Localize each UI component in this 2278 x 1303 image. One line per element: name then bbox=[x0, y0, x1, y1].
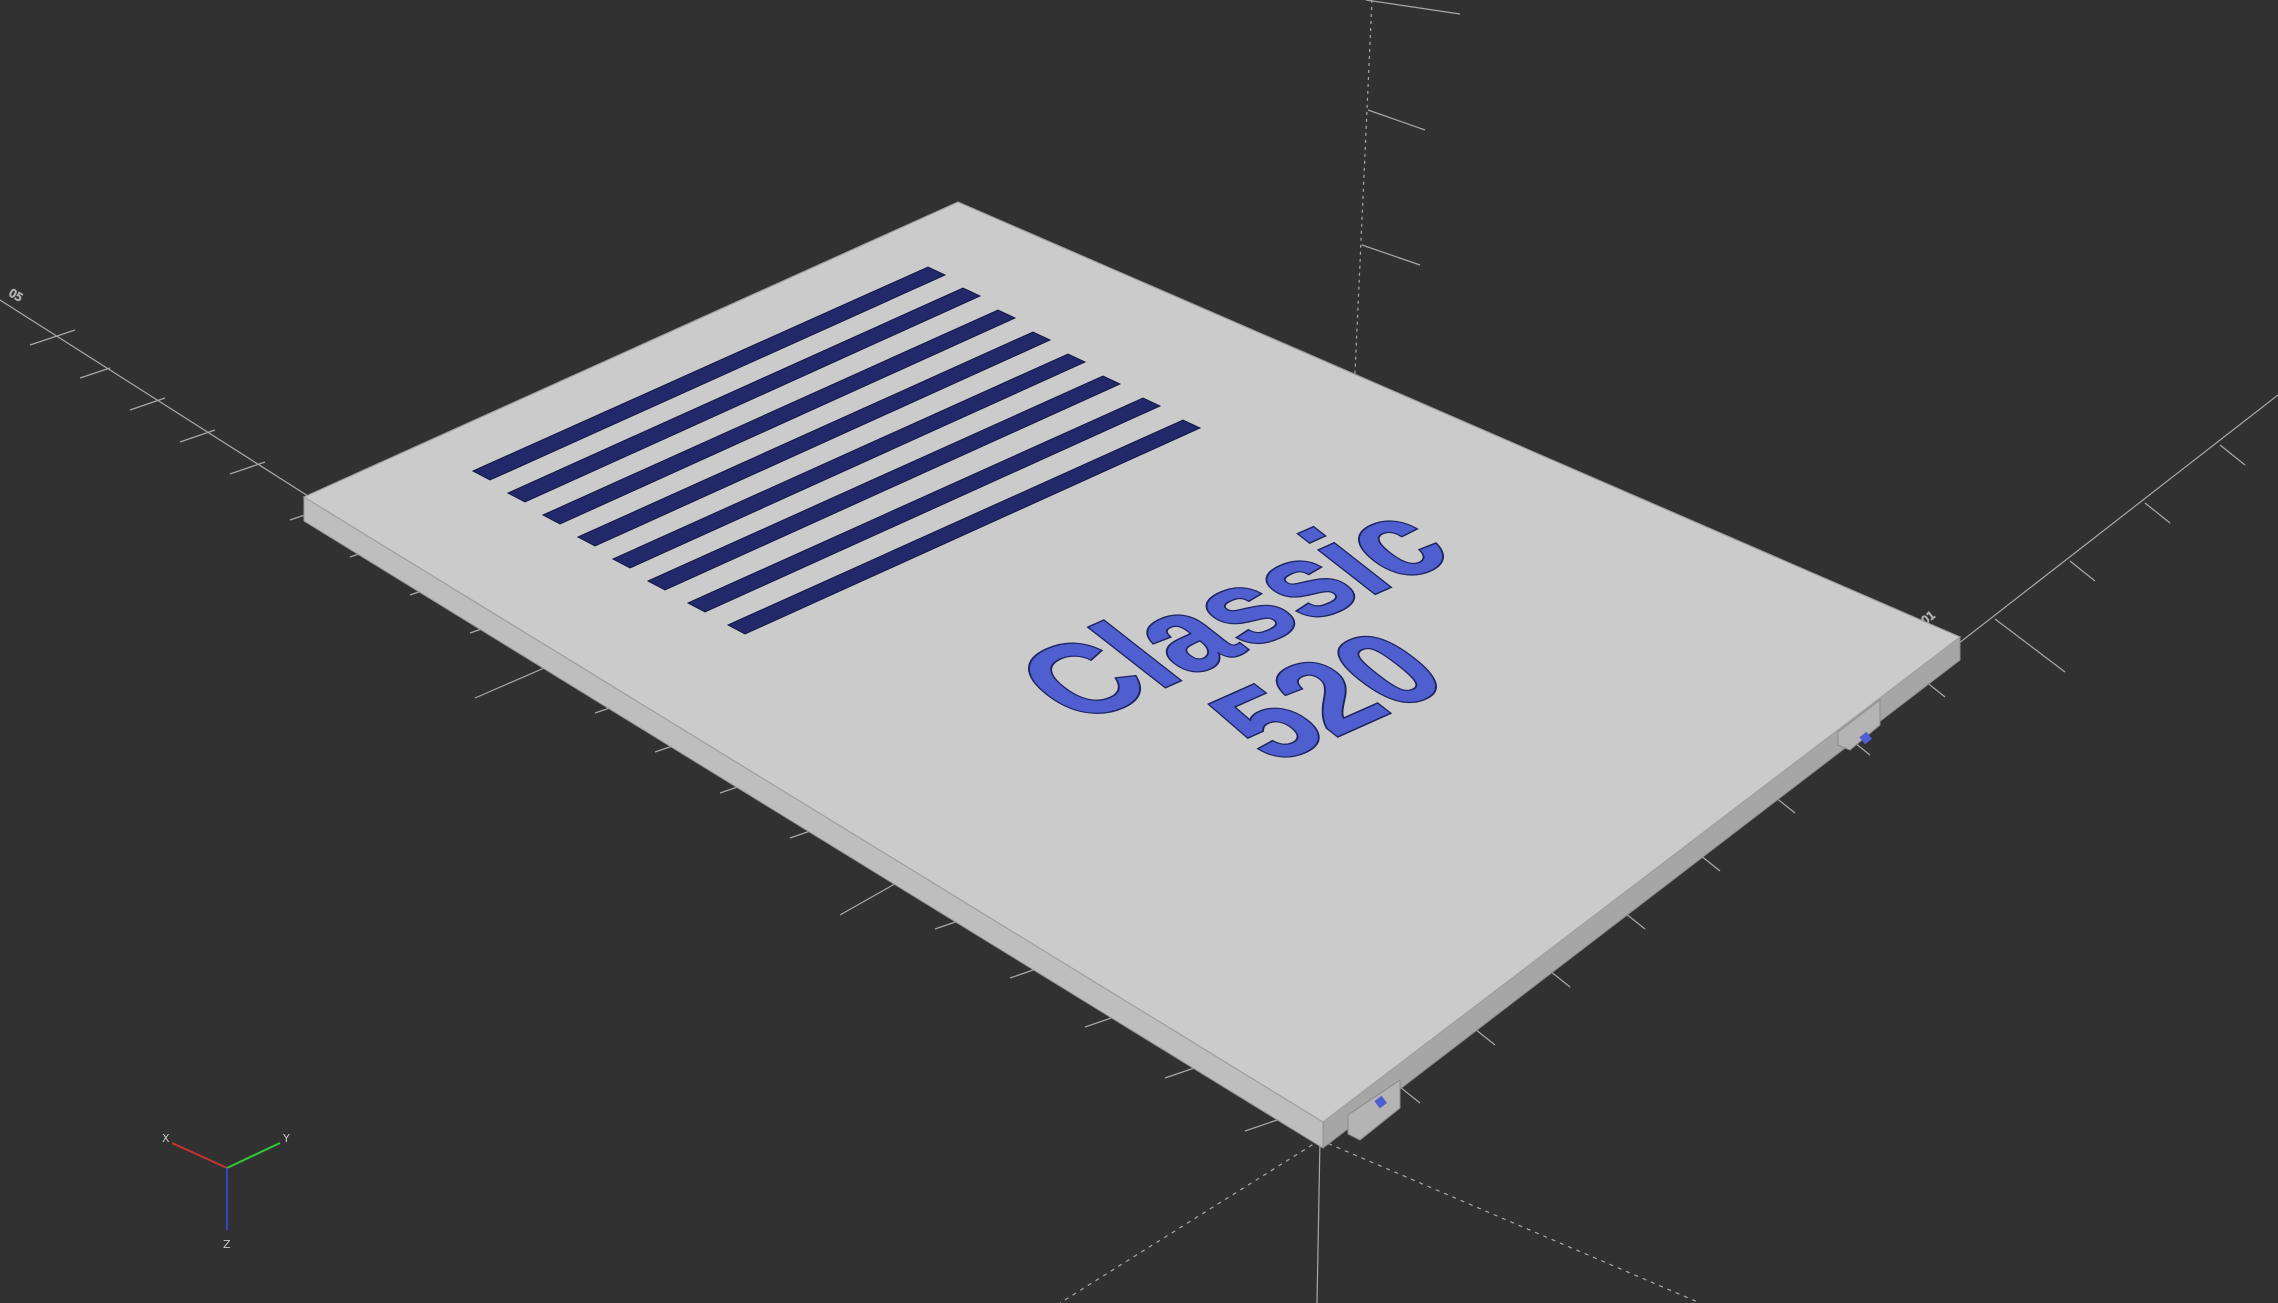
z-axis-ticks bbox=[1361, 0, 1461, 266]
x-axis-line-negative bbox=[1319, 1139, 1701, 1303]
x-scale-label: 05 bbox=[7, 286, 26, 304]
y-axis-line-negative bbox=[1059, 1139, 1321, 1303]
gizmo-x-axis bbox=[171, 1142, 228, 1169]
gizmo-y-label: Y bbox=[282, 1132, 290, 1145]
viewport-canvas[interactable]: 05 01 Classic 520 X Y Z bbox=[0, 0, 2278, 1303]
model-plate[interactable]: Classic 520 bbox=[302, 201, 1962, 1150]
3d-viewport[interactable]: 05 01 Classic 520 X Y Z bbox=[0, 0, 2278, 1303]
gizmo-z-label: Z bbox=[223, 1238, 231, 1251]
gizmo-x-label: X bbox=[162, 1132, 170, 1145]
axes-gizmo: X Y Z bbox=[162, 1132, 290, 1251]
gizmo-y-axis bbox=[226, 1142, 281, 1169]
z-axis-line-negative bbox=[1316, 1139, 1321, 1303]
